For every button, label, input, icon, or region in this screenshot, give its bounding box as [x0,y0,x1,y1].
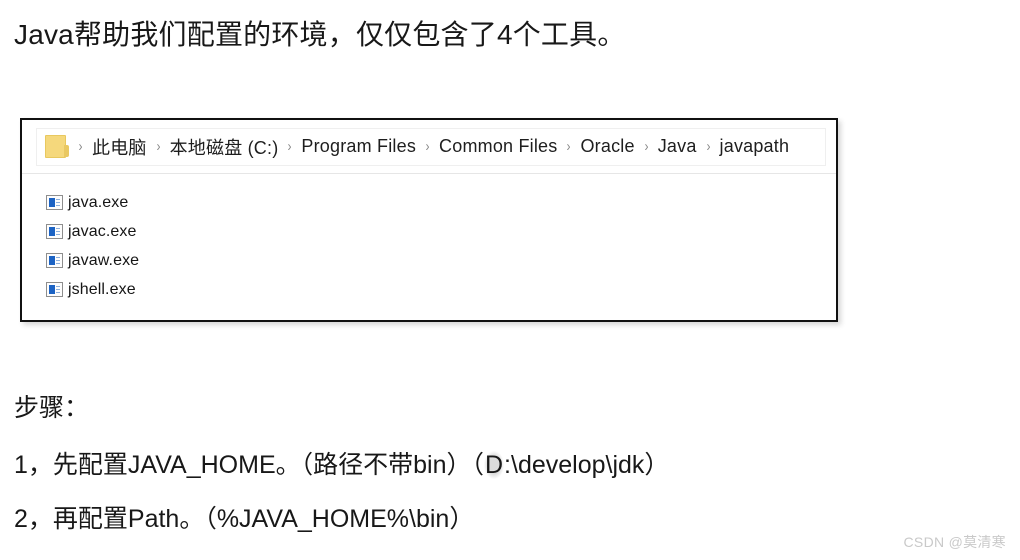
breadcrumb-item-this-pc[interactable]: 此电脑 [92,134,147,160]
chevron-right-icon-4: › [566,138,571,155]
step-1-prefix: 1，先配置JAVA_HOME。（路径不带bin）（ [14,451,484,479]
csdn-watermark: CSDN @莫清寒 [903,534,1006,550]
step-2-prefix: 2，再配置Path。（%JAVA_HOME%\bin） [14,505,475,533]
step-item-1: 1，先配置JAVA_HOME。（路径不带bin）（D:\develop\jdk） [14,448,669,482]
breadcrumb-item-javapath[interactable]: javapath [720,136,790,157]
folder-icon [45,135,69,158]
list-item[interactable]: java.exe [46,188,836,217]
list-item[interactable]: javaw.exe [46,246,836,275]
breadcrumb[interactable]: › 此电脑 › 本地磁盘 (C:) › Program Files › Comm… [36,127,826,166]
file-name-label: javac.exe [68,222,137,240]
file-name-label: jshell.exe [68,280,136,298]
file-name-label: javaw.exe [68,251,140,269]
chevron-right-icon-2: › [287,138,292,155]
breadcrumb-item-oracle[interactable]: Oracle [580,136,634,157]
breadcrumb-item-local-disk-c[interactable]: 本地磁盘 (C:) [170,134,279,160]
explorer-address-bar: › 此电脑 › 本地磁盘 (C:) › Program Files › Comm… [22,120,836,174]
file-name-label: java.exe [68,193,129,211]
file-list: java.exe javac.exe javaw.exe jshell.exe [22,174,836,304]
breadcrumb-item-java[interactable]: Java [658,136,697,157]
list-item[interactable]: javac.exe [46,217,836,246]
exe-file-icon [46,195,63,210]
exe-file-icon [46,224,63,239]
chevron-right-icon-6: › [706,138,711,155]
step-1-highlight-char: D [483,451,505,479]
breadcrumb-item-program-files[interactable]: Program Files [301,136,416,157]
step-item-2: 2，再配置Path。（%JAVA_HOME%\bin） [14,502,474,536]
list-item[interactable]: jshell.exe [46,275,836,304]
steps-title: 步骤： [14,394,90,422]
step-1-suffix: :\develop\jdk） [504,451,670,479]
page-title: Java帮助我们配置的环境，仅仅包含了4个工具。 [14,19,626,50]
explorer-screenshot-panel: › 此电脑 › 本地磁盘 (C:) › Program Files › Comm… [20,118,838,322]
chevron-right-icon-3: › [425,138,430,155]
exe-file-icon [46,282,63,297]
chevron-right-icon-5: › [644,138,649,155]
chevron-right-icon-1: › [156,138,161,155]
chevron-right-icon-0: › [78,138,83,155]
exe-file-icon [46,253,63,268]
breadcrumb-item-common-files[interactable]: Common Files [439,136,557,157]
